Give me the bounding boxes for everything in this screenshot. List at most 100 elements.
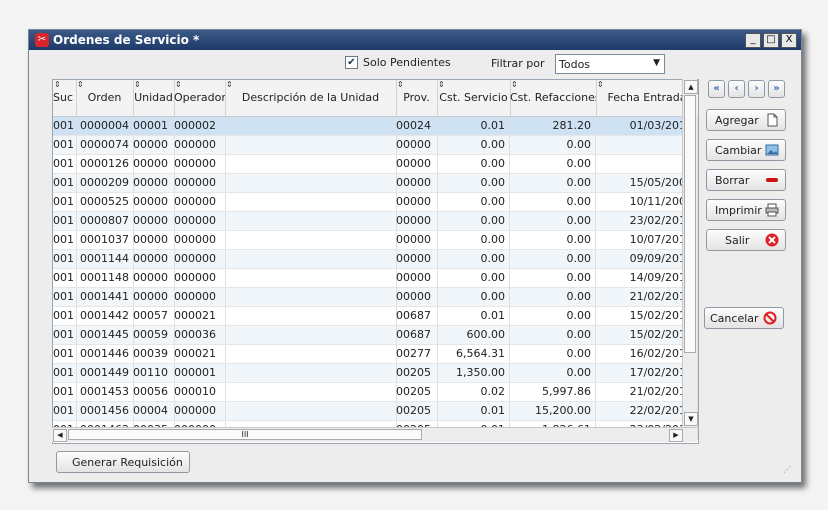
table-cell: 001 <box>53 117 77 135</box>
cancelar-button[interactable]: Cancelar <box>704 307 784 329</box>
column-header[interactable]: ⇕ Unidad <box>133 80 175 116</box>
scroll-down-icon[interactable]: ▼ <box>684 412 698 426</box>
table-cell: 0.00 <box>510 231 596 249</box>
table-cell: 0.01 <box>437 402 510 420</box>
table-row[interactable]: 001 0000807 00000 000000 00000 0.00 0.00 23/02/… <box>53 212 698 231</box>
table-cell: 0.02 <box>437 383 510 401</box>
column-header[interactable]: ⇕ Suc <box>53 80 77 116</box>
table-cell: 0000525 <box>76 193 134 211</box>
no-entry-icon <box>763 311 777 325</box>
table-cell: 0.00 <box>510 326 596 344</box>
next-record-button[interactable]: › <box>748 80 765 98</box>
solo-pendientes-label: Solo Pendientes <box>363 56 451 69</box>
sort-icon: ⇕ <box>77 80 84 89</box>
prev-record-button[interactable]: ‹ <box>728 80 745 98</box>
column-header[interactable]: ⇕ Cst. Servicio <box>437 80 511 116</box>
sort-icon: ⇕ <box>397 80 404 89</box>
table-row[interactable]: 001 0000074 00000 000000 00000 0.00 0.00 <box>53 136 698 155</box>
table-cell: 00000 <box>133 250 175 268</box>
table-cell: 00000 <box>396 250 438 268</box>
column-header[interactable]: ⇕ Orden <box>76 80 134 116</box>
table-cell: 0.01 <box>437 117 510 135</box>
table-cell: 0.00 <box>510 174 596 192</box>
column-header[interactable]: ⇕ Descripción de la Unidad <box>225 80 397 116</box>
table-cell: 0001453 <box>76 383 134 401</box>
table-cell: 000001 <box>174 364 226 382</box>
vertical-scrollbar[interactable]: ▲ ▼ <box>682 79 698 442</box>
table-row[interactable]: 001 0001453 00056 000010 00205 0.02 5,997.86 21… <box>53 383 698 402</box>
last-record-button[interactable]: » <box>768 80 785 98</box>
resize-grip-icon[interactable]: ⋰ <box>783 465 791 474</box>
table-row[interactable]: 001 0001446 00039 000021 00277 6,564.31 0.00 16… <box>53 345 698 364</box>
table-cell: 0001456 <box>76 402 134 420</box>
table-row[interactable]: 001 0001449 00110 000001 00205 1,350.00 0.00 17… <box>53 364 698 383</box>
imprimir-button[interactable]: Imprimir <box>706 199 786 221</box>
table-row[interactable]: 001 0001148 00000 000000 00000 0.00 0.00 14/09/… <box>53 269 698 288</box>
sort-icon: ⇕ <box>597 80 604 89</box>
scroll-up-icon[interactable]: ▲ <box>684 80 698 94</box>
table-cell: 0.00 <box>437 212 510 230</box>
column-header[interactable]: ⇕ Prov. <box>396 80 438 116</box>
table-cell: 001 <box>53 231 77 249</box>
table-cell: 0.00 <box>510 212 596 230</box>
table-cell: 000000 <box>174 212 226 230</box>
table-cell: 0001148 <box>76 269 134 287</box>
table-cell: 001 <box>53 155 77 173</box>
table-row[interactable]: 001 0000209 00000 000000 00000 0.00 0.00 15/05/… <box>53 174 698 193</box>
table-row[interactable]: 001 0001441 00000 000000 00000 0.00 0.00 21/02/… <box>53 288 698 307</box>
table-cell: 00000 <box>133 155 175 173</box>
table-cell: 00000 <box>396 231 438 249</box>
table-row[interactable]: 001 0001144 00000 000000 00000 0.00 0.00 09/09/… <box>53 250 698 269</box>
column-header[interactable]: ⇕ Operador <box>174 80 226 116</box>
table-cell <box>225 231 397 249</box>
table-cell: 0001446 <box>76 345 134 363</box>
column-header-label: Fecha Entrada <box>607 91 687 104</box>
filtrar-por-select[interactable]: Todos ▼ <box>555 54 665 74</box>
vertical-scroll-thumb[interactable] <box>684 95 696 353</box>
salir-button[interactable]: Salir <box>706 229 786 251</box>
table-cell <box>225 402 397 420</box>
table-cell: 001 <box>53 345 77 363</box>
imprimir-label: Imprimir <box>715 204 762 217</box>
maximize-button[interactable]: □ <box>763 33 779 48</box>
table-row[interactable]: 001 0001445 00059 000036 00687 600.00 0.00 15/0… <box>53 326 698 345</box>
generar-requisicion-button[interactable]: Generar Requisición <box>56 451 190 473</box>
table-cell: 00039 <box>133 345 175 363</box>
table-cell: 00000 <box>133 231 175 249</box>
column-header[interactable]: ⇕ Cst. Refacciones <box>510 80 597 116</box>
table-cell: 0.01 <box>437 307 510 325</box>
close-button[interactable]: X <box>781 33 797 48</box>
table-cell: 001 <box>53 269 77 287</box>
table-cell: 0.00 <box>437 155 510 173</box>
table-cell <box>225 288 397 306</box>
table-row[interactable]: 001 0001037 00000 000000 00000 0.00 0.00 10/07/… <box>53 231 698 250</box>
generar-requisicion-label: Generar Requisición <box>72 456 183 469</box>
horizontal-scroll-thumb[interactable]: III <box>68 429 422 440</box>
table-row[interactable]: 001 0000525 00000 000000 00000 0.00 0.00 10/11/… <box>53 193 698 212</box>
table-cell: 0.00 <box>510 155 596 173</box>
table-row[interactable]: 001 0001456 00004 000000 00205 0.01 15,200.00 2… <box>53 402 698 421</box>
table-cell: 000021 <box>174 307 226 325</box>
table-row[interactable]: 001 0001442 00057 000021 00687 0.01 0.00 15/02/… <box>53 307 698 326</box>
horizontal-scrollbar[interactable]: ◀ III ▶ <box>52 427 697 442</box>
scroll-left-icon[interactable]: ◀ <box>53 429 67 442</box>
cambiar-button[interactable]: Cambiar <box>706 139 786 161</box>
table-cell: 001 <box>53 250 77 268</box>
table-row[interactable]: 001 0000126 00000 000000 00000 0.00 0.00 <box>53 155 698 174</box>
table-cell: 00001 <box>133 117 175 135</box>
title-bar[interactable]: ✂ Ordenes de Servicio * _ □ X <box>29 30 801 50</box>
table-cell: 000000 <box>174 174 226 192</box>
first-record-button[interactable]: « <box>708 80 725 98</box>
table-cell: 0.00 <box>437 136 510 154</box>
table-cell: 0000126 <box>76 155 134 173</box>
agregar-button[interactable]: Agregar <box>706 109 786 131</box>
table-cell: 00000 <box>396 155 438 173</box>
scroll-right-icon[interactable]: ▶ <box>669 429 683 442</box>
table-cell: 0.00 <box>437 250 510 268</box>
minimize-button[interactable]: _ <box>745 33 761 48</box>
table-row[interactable]: 001 0000004 00001 000002 00024 0.01 281.20 01/0… <box>53 117 698 136</box>
table-cell: 00000 <box>396 136 438 154</box>
solo-pendientes-checkbox[interactable]: ✔ <box>345 56 358 69</box>
sort-icon: ⇕ <box>175 80 182 89</box>
borrar-button[interactable]: Borrar <box>706 169 786 191</box>
